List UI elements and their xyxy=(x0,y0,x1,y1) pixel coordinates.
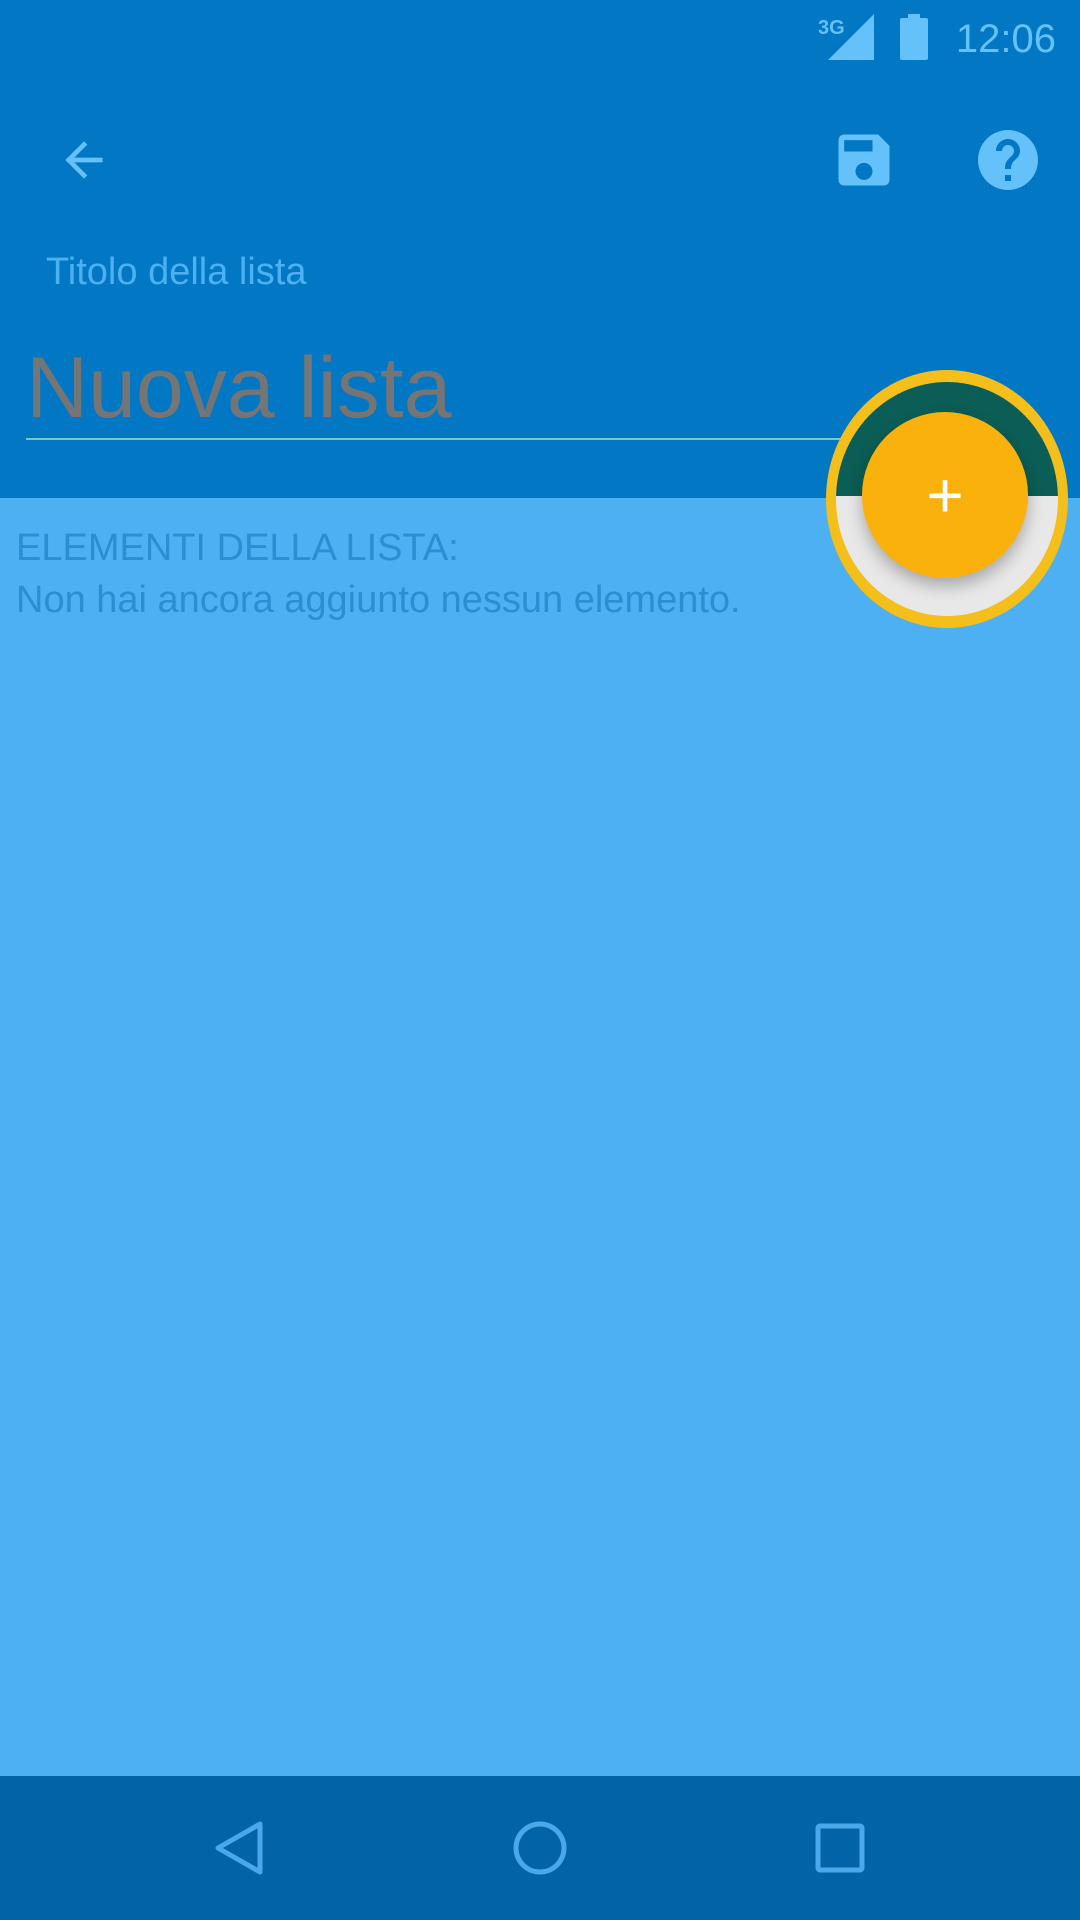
network-type-label: 3G xyxy=(818,17,845,39)
help-button[interactable] xyxy=(968,120,1048,200)
add-icon: + xyxy=(926,459,964,531)
save-button[interactable] xyxy=(824,120,904,200)
screen: 3G 12:06 Titolo della lista ELEMEN xyxy=(0,0,1080,1920)
back-button[interactable] xyxy=(44,120,124,200)
list-title-label: Titolo della lista xyxy=(46,251,307,293)
battery-icon xyxy=(900,14,928,60)
nav-recents-icon xyxy=(815,1823,865,1873)
help-circle-icon xyxy=(978,130,1038,190)
status-bar: 3G 12:06 xyxy=(0,0,1080,78)
arrow-back-icon xyxy=(65,141,103,179)
list-content: ELEMENTI DELLA LISTA: Non hai ancora agg… xyxy=(0,498,1080,1776)
nav-back-button[interactable] xyxy=(195,1803,285,1893)
nav-back-icon xyxy=(215,1821,263,1875)
signal-3g-icon: 3G xyxy=(818,14,874,60)
add-item-button[interactable]: + xyxy=(862,412,1028,578)
list-items-header: ELEMENTI DELLA LISTA: xyxy=(16,527,459,569)
nav-home-button[interactable] xyxy=(495,1803,585,1893)
navigation-bar xyxy=(0,1776,1080,1920)
empty-list-message: Non hai ancora aggiunto nessun elemento. xyxy=(16,579,741,621)
nav-recents-button[interactable] xyxy=(795,1803,885,1893)
status-clock: 12:06 xyxy=(955,17,1056,61)
save-floppy-icon xyxy=(838,134,890,186)
nav-home-icon xyxy=(513,1821,567,1875)
